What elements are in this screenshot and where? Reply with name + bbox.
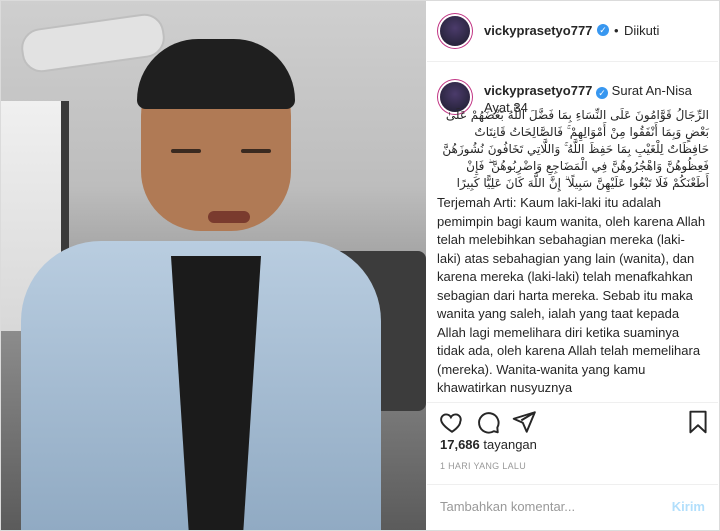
person-eye-right bbox=[241, 149, 271, 153]
caption-arabic: الرِّجَالُ قَوَّامُونَ عَلَى النِّسَاءِ … bbox=[442, 108, 709, 190]
caption-translation: Terjemah Arti: Kaum laki-laki itu adalah… bbox=[437, 195, 706, 395]
views-label: tayangan bbox=[483, 437, 537, 452]
follow-status-button[interactable]: Diikuti bbox=[624, 23, 659, 38]
comment-input[interactable]: Tambahkan komentar... bbox=[440, 499, 575, 514]
views-count[interactable]: 17,686 tayangan bbox=[440, 437, 537, 452]
views-number: 17,686 bbox=[440, 437, 480, 452]
avatar[interactable] bbox=[440, 16, 470, 46]
post-comment-button[interactable]: Kirim bbox=[672, 499, 705, 514]
heart-icon[interactable] bbox=[439, 409, 465, 435]
comment-bar: Tambahkan komentar... Kirim bbox=[427, 484, 718, 531]
person-mouth bbox=[208, 211, 250, 223]
person-eye-left bbox=[171, 149, 201, 153]
car-handle bbox=[18, 11, 168, 75]
share-icon[interactable] bbox=[511, 409, 537, 435]
verified-badge-icon: ✓ bbox=[597, 24, 609, 36]
caption-area: vickyprasetyo777 ✓ Surat An-Nisa Ayat 34… bbox=[427, 62, 718, 402]
video-player[interactable] bbox=[1, 1, 426, 530]
post-header: vickyprasetyo777 ✓ • Diikuti bbox=[427, 1, 718, 62]
caption-username[interactable]: vickyprasetyo777 bbox=[484, 83, 592, 98]
separator-dot: • bbox=[614, 23, 619, 38]
header-username[interactable]: vickyprasetyo777 bbox=[484, 23, 592, 38]
bookmark-icon[interactable] bbox=[685, 409, 711, 435]
comment-icon[interactable] bbox=[475, 409, 501, 435]
caption-verified-icon: ✓ bbox=[596, 87, 609, 99]
post-time[interactable]: 1 HARI YANG LALU bbox=[440, 461, 526, 471]
